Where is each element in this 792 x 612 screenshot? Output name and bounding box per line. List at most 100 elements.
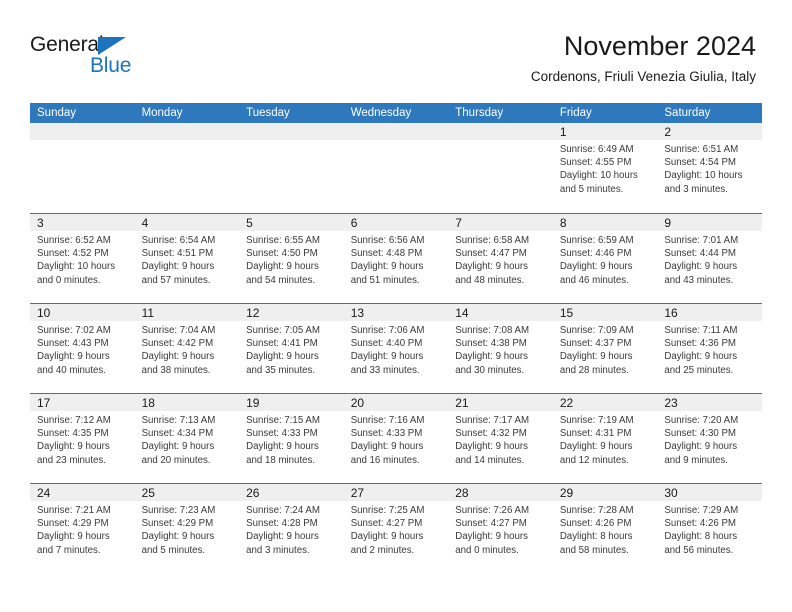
- daylight-text-cont: and 0 minutes.: [37, 274, 101, 286]
- day-details: Sunrise: 7:12 AM Sunset: 4:35 PM Daylight:…: [30, 411, 135, 467]
- day-cell-29[interactable]: 29 Sunrise: 7:28 AM Sunset: 4:26 PM Dayligh…: [552, 484, 658, 573]
- calendar-week-row: 1 Sunrise: 6:49 AM Sunset: 4:55 PM Daylight…: [30, 123, 762, 213]
- sunrise-text: Sunrise: 7:12 AM: [37, 415, 111, 426]
- day-cell-4[interactable]: 4 Sunrise: 6:54 AM Sunset: 4:51 PM Daylight…: [134, 214, 240, 303]
- daylight-text-cont: and 40 minutes.: [37, 364, 106, 376]
- day-cell-21[interactable]: 21 Sunrise: 7:17 AM Sunset: 4:32 PM Dayligh…: [448, 394, 553, 483]
- day-cell-18[interactable]: 18 Sunrise: 7:13 AM Sunset: 4:34 PM Dayligh…: [134, 394, 240, 483]
- day-cell-8[interactable]: 8 Sunrise: 6:59 AM Sunset: 4:46 PM Daylight…: [552, 214, 658, 303]
- day-number-band: 21: [448, 394, 553, 411]
- day-number-band: 12: [239, 304, 344, 321]
- daylight-text-cont: and 5 minutes.: [141, 544, 206, 556]
- day-cell-3[interactable]: 3 Sunrise: 6:52 AM Sunset: 4:52 PM Daylight…: [30, 214, 135, 303]
- day-number: 25: [141, 486, 155, 500]
- daylight-text-cont: and 3 minutes.: [664, 183, 728, 195]
- daylight-text-cont: and 46 minutes.: [559, 274, 629, 286]
- day-cell-17[interactable]: 17 Sunrise: 7:12 AM Sunset: 4:35 PM Dayligh…: [30, 394, 135, 483]
- day-details: Sunrise: 7:19 AM Sunset: 4:31 PM Daylight:…: [553, 411, 658, 467]
- day-details: Sunrise: 6:56 AM Sunset: 4:48 PM Daylight:…: [344, 231, 449, 287]
- sunrise-text: Sunrise: 6:54 AM: [141, 235, 216, 246]
- weekday-header-sunday: Sunday: [37, 107, 77, 119]
- daylight-text-cont: and 28 minutes.: [559, 364, 629, 376]
- day-cell-14[interactable]: 14 Sunrise: 7:08 AM Sunset: 4:38 PM Dayligh…: [448, 304, 553, 393]
- day-cell-25[interactable]: 25 Sunrise: 7:23 AM Sunset: 4:29 PM Dayligh…: [134, 484, 240, 573]
- day-number-band: 1: [552, 123, 658, 140]
- sunset-text: Sunset: 4:30 PM: [664, 428, 736, 440]
- day-cell-13[interactable]: 13 Sunrise: 7:06 AM Sunset: 4:40 PM Dayligh…: [343, 304, 449, 393]
- day-number-band: 15: [552, 304, 658, 321]
- day-number: 7: [455, 216, 462, 230]
- day-cell-5[interactable]: 5 Sunrise: 6:55 AM Sunset: 4:50 PM Daylight…: [239, 214, 344, 303]
- day-number-band: 27: [343, 484, 449, 501]
- daylight-text-cont: and 56 minutes.: [664, 544, 734, 556]
- daylight-text-cont: and 7 minutes.: [37, 544, 101, 556]
- day-number-band: 10: [30, 304, 135, 321]
- day-number: 28: [455, 486, 469, 500]
- sunset-text: Sunset: 4:29 PM: [141, 518, 214, 530]
- day-cell-22[interactable]: 22 Sunrise: 7:19 AM Sunset: 4:31 PM Dayligh…: [552, 394, 658, 483]
- day-number: 2: [664, 125, 672, 139]
- daylight-text: Daylight: 9 hours: [559, 261, 633, 273]
- daylight-text: Daylight: 8 hours: [559, 531, 633, 543]
- day-cell-6[interactable]: 6 Sunrise: 6:56 AM Sunset: 4:48 PM Daylight…: [343, 214, 449, 303]
- sunrise-text: Sunrise: 7:24 AM: [246, 505, 320, 516]
- day-cell-16[interactable]: 16 Sunrise: 7:11 AM Sunset: 4:36 PM Dayligh…: [657, 304, 762, 393]
- day-cell-24[interactable]: 24 Sunrise: 7:21 AM Sunset: 4:29 PM Dayligh…: [30, 484, 135, 573]
- day-details: Sunrise: 7:28 AM Sunset: 4:26 PM Daylight:…: [553, 501, 658, 557]
- daylight-text-cont: and 20 minutes.: [141, 454, 211, 466]
- day-cell-12[interactable]: 12 Sunrise: 7:05 AM Sunset: 4:41 PM Dayligh…: [239, 304, 344, 393]
- daylight-text: Daylight: 9 hours: [664, 351, 738, 363]
- day-cell-empty: [239, 123, 344, 213]
- sunrise-text: Sunrise: 7:15 AM: [246, 415, 320, 426]
- day-cell-7[interactable]: 7 Sunrise: 6:58 AM Sunset: 4:47 PM Daylight…: [448, 214, 553, 303]
- page-subtitle: Cordenons, Friuli Venezia Giulia, Italy: [530, 69, 756, 84]
- day-details: Sunrise: 7:05 AM Sunset: 4:41 PM Daylight:…: [239, 321, 344, 377]
- daylight-text: Daylight: 9 hours: [141, 351, 215, 363]
- day-number: 16: [664, 306, 678, 320]
- day-number: 17: [37, 396, 51, 410]
- daylight-text: Daylight: 9 hours: [455, 261, 528, 273]
- day-cell-23[interactable]: 23 Sunrise: 7:20 AM Sunset: 4:30 PM Dayligh…: [657, 394, 762, 483]
- day-number-band: 6: [343, 214, 449, 231]
- day-cell-27[interactable]: 27 Sunrise: 7:25 AM Sunset: 4:27 PM Dayligh…: [343, 484, 449, 573]
- day-cell-2[interactable]: 2 Sunrise: 6:51 AM Sunset: 4:54 PM Daylight…: [657, 123, 762, 213]
- day-cell-19[interactable]: 19 Sunrise: 7:15 AM Sunset: 4:33 PM Dayligh…: [239, 394, 344, 483]
- day-cell-20[interactable]: 20 Sunrise: 7:16 AM Sunset: 4:33 PM Dayligh…: [343, 394, 449, 483]
- sunset-text: Sunset: 4:26 PM: [559, 518, 632, 530]
- general-blue-logo[interactable]: General Blue: [30, 33, 150, 81]
- day-number: 1: [559, 125, 567, 139]
- day-details: Sunrise: 7:13 AM Sunset: 4:34 PM Daylight:…: [135, 411, 240, 467]
- day-cell-26[interactable]: 26 Sunrise: 7:24 AM Sunset: 4:28 PM Dayligh…: [239, 484, 344, 573]
- sunrise-text: Sunrise: 6:49 AM: [559, 144, 634, 155]
- day-number: 30: [664, 486, 678, 500]
- day-details: Sunrise: 7:25 AM Sunset: 4:27 PM Daylight:…: [344, 501, 449, 557]
- sunset-text: Sunset: 4:55 PM: [559, 157, 632, 169]
- day-details: Sunrise: 7:01 AM Sunset: 4:44 PM Daylight:…: [657, 231, 762, 287]
- day-cell-28[interactable]: 28 Sunrise: 7:26 AM Sunset: 4:27 PM Dayligh…: [448, 484, 553, 573]
- day-cell-30[interactable]: 30 Sunrise: 7:29 AM Sunset: 4:26 PM Dayligh…: [657, 484, 762, 573]
- daylight-text-cont: and 54 minutes.: [246, 274, 316, 286]
- sunrise-text: Sunrise: 7:26 AM: [455, 505, 530, 516]
- sunrise-text: Sunrise: 7:08 AM: [455, 325, 530, 336]
- daylight-text: Daylight: 9 hours: [664, 441, 738, 453]
- weekday-header-tuesday: Tuesday: [246, 107, 290, 119]
- sunrise-text: Sunrise: 7:05 AM: [246, 325, 320, 336]
- sunset-text: Sunset: 4:54 PM: [664, 157, 736, 169]
- day-cell-9[interactable]: 9 Sunrise: 7:01 AM Sunset: 4:44 PM Daylight…: [657, 214, 762, 303]
- day-cell-10[interactable]: 10 Sunrise: 7:02 AM Sunset: 4:43 PM Dayligh…: [30, 304, 135, 393]
- calendar-weeks: 1 Sunrise: 6:49 AM Sunset: 4:55 PM Daylight…: [30, 123, 762, 573]
- sunset-text: Sunset: 4:42 PM: [141, 338, 214, 350]
- day-cell-11[interactable]: 11 Sunrise: 7:04 AM Sunset: 4:42 PM Dayligh…: [134, 304, 240, 393]
- day-details: Sunrise: 6:59 AM Sunset: 4:46 PM Daylight:…: [553, 231, 658, 287]
- daylight-text: Daylight: 9 hours: [141, 531, 215, 543]
- day-cell-15[interactable]: 15 Sunrise: 7:09 AM Sunset: 4:37 PM Dayligh…: [552, 304, 658, 393]
- sunset-text: Sunset: 4:44 PM: [664, 248, 736, 260]
- day-number: 12: [246, 306, 260, 320]
- daylight-text-cont: and 30 minutes.: [455, 364, 525, 376]
- day-details: Sunrise: 7:17 AM Sunset: 4:32 PM Daylight:…: [448, 411, 553, 467]
- day-cell-1[interactable]: 1 Sunrise: 6:49 AM Sunset: 4:55 PM Daylight…: [552, 123, 658, 213]
- day-details: Sunrise: 7:02 AM Sunset: 4:43 PM Daylight:…: [30, 321, 135, 377]
- daylight-text: Daylight: 10 hours: [664, 170, 743, 182]
- sunrise-text: Sunrise: 6:55 AM: [246, 235, 320, 246]
- sunset-text: Sunset: 4:26 PM: [664, 518, 736, 530]
